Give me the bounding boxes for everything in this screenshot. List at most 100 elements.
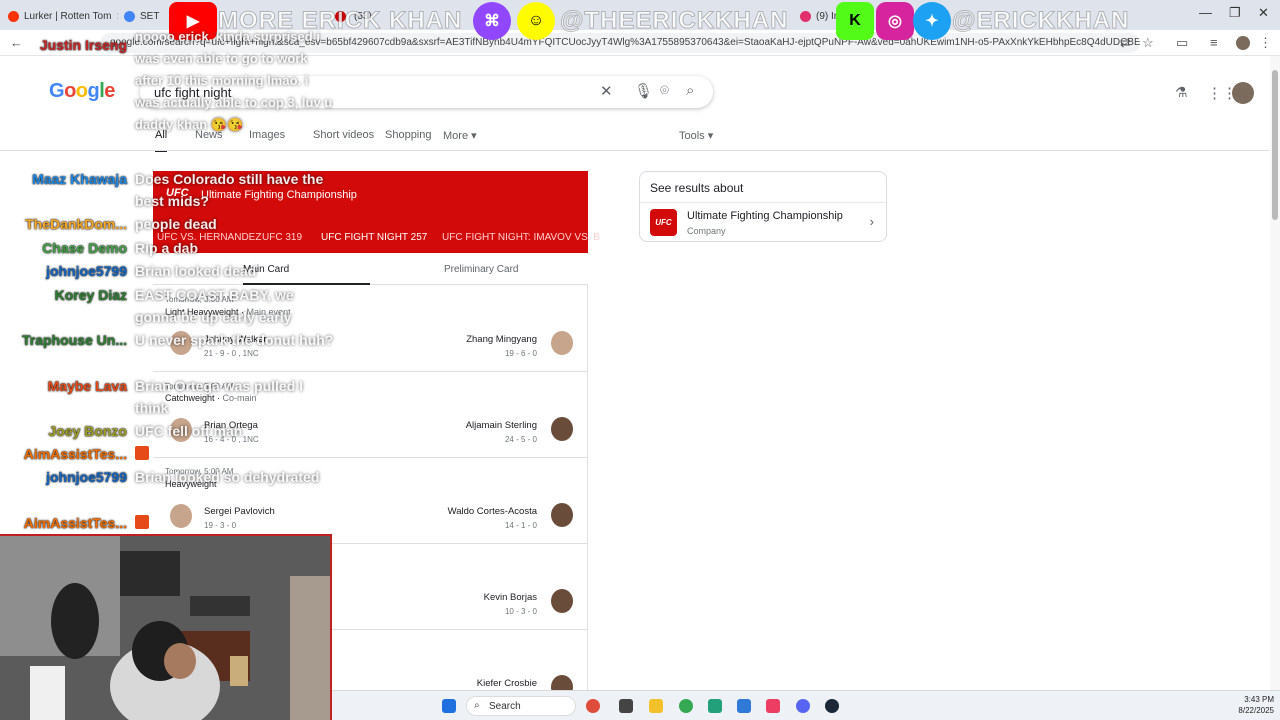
scrollbar-thumb[interactable] bbox=[1272, 70, 1278, 220]
chat-username: johnjoe5799 bbox=[46, 469, 127, 485]
clock-time: 3:43 PM bbox=[1244, 695, 1274, 704]
tab-more[interactable]: More ▾ bbox=[443, 129, 477, 142]
avatar[interactable] bbox=[1232, 82, 1254, 104]
clock-date: 8/22/2025 bbox=[1238, 706, 1274, 715]
browser-tab[interactable]: SET bbox=[124, 6, 164, 26]
kg-title: See results about bbox=[650, 181, 744, 195]
app-icon[interactable] bbox=[708, 699, 722, 713]
chat-username: AimAssistTes... bbox=[23, 515, 127, 531]
discord-icon[interactable] bbox=[796, 699, 810, 713]
webcam-feed bbox=[0, 534, 332, 720]
event-label: Main event bbox=[246, 307, 291, 317]
kg-entity-name[interactable]: Ultimate Fighting Championship bbox=[687, 210, 843, 222]
tab-shopping[interactable]: Shopping bbox=[385, 129, 432, 141]
search-icon: ⌕ bbox=[474, 700, 480, 711]
microphone-icon[interactable]: 🎙 bbox=[634, 82, 653, 100]
fighter-record: 16 - 4 - 0 , 1NC bbox=[204, 435, 259, 444]
tab-more-label: More bbox=[443, 130, 469, 142]
chat-username: Maybe Lava bbox=[47, 378, 127, 394]
clear-icon[interactable]: ✕ bbox=[600, 82, 613, 100]
fighter-record: 19 - 6 - 0 bbox=[504, 349, 537, 358]
youtube-icon: ▶ bbox=[169, 2, 217, 40]
fighter-record: 19 - 3 - 0 bbox=[204, 521, 237, 530]
chat-username: TheDankDom... bbox=[25, 216, 127, 232]
chat-username: AimAssistTes... bbox=[23, 446, 127, 462]
fighter-record: 10 - 3 - 0 bbox=[504, 607, 537, 616]
event-tab[interactable]: UFC 319 bbox=[262, 232, 302, 243]
fighter-name: Kiefer Crosbie bbox=[476, 678, 537, 689]
fighter-name: Brian Ortega bbox=[204, 420, 258, 431]
ufc-card-header: UFC Ultimate Fighting Championship UFC V… bbox=[153, 171, 600, 255]
event-tab[interactable]: UFC FIGHT NIGHT: IMAVOV VS. B bbox=[442, 232, 600, 243]
system-clock[interactable]: 3:43 PM 8/22/2025 bbox=[1238, 694, 1274, 716]
tab-short-videos[interactable]: Short videos bbox=[313, 129, 374, 141]
music-icon[interactable] bbox=[766, 699, 780, 713]
menu-icon[interactable]: ⋮ bbox=[1259, 35, 1272, 51]
ufc-org-name[interactable]: Ultimate Fighting Championship bbox=[201, 189, 357, 201]
windows-start-icon[interactable] bbox=[442, 699, 456, 713]
chrome-icon[interactable] bbox=[679, 699, 693, 713]
app-icon[interactable] bbox=[737, 699, 751, 713]
app-icon[interactable] bbox=[586, 699, 600, 713]
tab-main-card[interactable]: Main Card bbox=[243, 264, 289, 275]
fight-time: Tomorrow, 5:00 AM bbox=[165, 467, 234, 476]
fight-row[interactable]: Tomorrow, 3:00 AM Light Heavyweight · Ma… bbox=[153, 285, 588, 372]
tab-all[interactable]: All bbox=[155, 129, 168, 152]
tools-button[interactable]: Tools ▾ bbox=[679, 129, 713, 142]
tab-title: SET bbox=[140, 10, 160, 22]
divider bbox=[640, 202, 886, 203]
knowledge-panel: See results about UFC Ultimate Fighting … bbox=[639, 171, 887, 242]
tab-news[interactable]: News bbox=[195, 129, 223, 141]
taskbar-search[interactable]: ⌕ Search bbox=[466, 696, 576, 716]
fighter-avatar bbox=[551, 503, 573, 527]
close-tab-icon[interactable]: × bbox=[116, 9, 118, 23]
fight-row[interactable]: Tomorrow, 5:00 AM Catchweight · Co-main … bbox=[153, 372, 588, 458]
kick-icon: K bbox=[836, 2, 874, 40]
browser-profile-icon[interactable] bbox=[1236, 36, 1250, 50]
event-tab-selected[interactable]: UFC FIGHT NIGHT 257 bbox=[321, 232, 428, 255]
dropdown-arrow-icon: ▾ bbox=[707, 130, 714, 142]
rotten-tomatoes-icon bbox=[8, 10, 19, 22]
chat-emote-icon bbox=[135, 515, 149, 529]
instagram-icon: ◎ bbox=[876, 2, 914, 40]
chevron-right-icon[interactable]: › bbox=[870, 214, 874, 229]
file-explorer-icon[interactable] bbox=[649, 699, 663, 713]
event-tab[interactable]: UFC VS. HERNANDEZ bbox=[157, 232, 261, 243]
google-logo[interactable]: Google bbox=[49, 80, 115, 103]
banner-handle-2: @ERICKKHAN bbox=[951, 7, 1130, 35]
labs-flask-icon[interactable]: ⚗ bbox=[1175, 84, 1188, 101]
tab-preliminary-card[interactable]: Preliminary Card bbox=[444, 264, 518, 275]
close-window-icon[interactable]: ✕ bbox=[1258, 5, 1269, 21]
fighter-name: Zhang Mingyang bbox=[466, 334, 537, 345]
fight-time: Tomorrow, 3:00 AM bbox=[165, 295, 234, 304]
maximize-icon[interactable]: ❐ bbox=[1229, 5, 1241, 21]
chat-username: Traphouse Un... bbox=[21, 332, 127, 348]
lens-icon[interactable]: ⌾ bbox=[660, 82, 669, 99]
reading-list-icon[interactable]: ≡ bbox=[1210, 35, 1218, 50]
browser-tab[interactable]: Lurker | Rotten Tom × bbox=[8, 6, 118, 26]
fight-row[interactable]: Tomorrow, 5:00 AM Heavyweight Sergei Pav… bbox=[153, 458, 588, 544]
card-tabs: Main Card Preliminary Card bbox=[153, 253, 588, 285]
search-input[interactable]: ufc fight night bbox=[154, 85, 231, 100]
kg-entity-type: Company bbox=[687, 226, 726, 236]
minimize-icon[interactable]: — bbox=[1199, 5, 1212, 20]
twitch-icon: ⌘ bbox=[473, 2, 511, 40]
ufc-logo: UFC bbox=[650, 209, 677, 236]
steam-icon[interactable] bbox=[825, 699, 839, 713]
fighter-avatar bbox=[551, 589, 573, 613]
fighter-record: 24 - 5 - 0 bbox=[504, 435, 537, 444]
fighter-avatar bbox=[551, 417, 573, 441]
tab-title: Lurker | Rotten Tom bbox=[24, 10, 112, 22]
chat-username: Joey Bonzo bbox=[48, 423, 127, 439]
terminal-icon[interactable] bbox=[619, 699, 633, 713]
page-scrollbar[interactable] bbox=[1270, 56, 1280, 690]
tab-images[interactable]: Images bbox=[249, 129, 285, 141]
search-icon[interactable]: ⌕ bbox=[686, 82, 694, 99]
taskbar: ⌕ Search 3:43 PM 8/22/2025 bbox=[332, 690, 1280, 720]
fighter-name: Johnny Walker bbox=[204, 334, 267, 345]
search-box[interactable]: ufc fight night ✕ 🎙 ⌾ ⌕ bbox=[140, 76, 713, 108]
back-icon[interactable]: ← bbox=[10, 35, 23, 50]
extensions-icon[interactable]: ▭ bbox=[1176, 35, 1188, 51]
fighter-avatar bbox=[170, 331, 192, 355]
fighter-avatar bbox=[170, 504, 192, 528]
